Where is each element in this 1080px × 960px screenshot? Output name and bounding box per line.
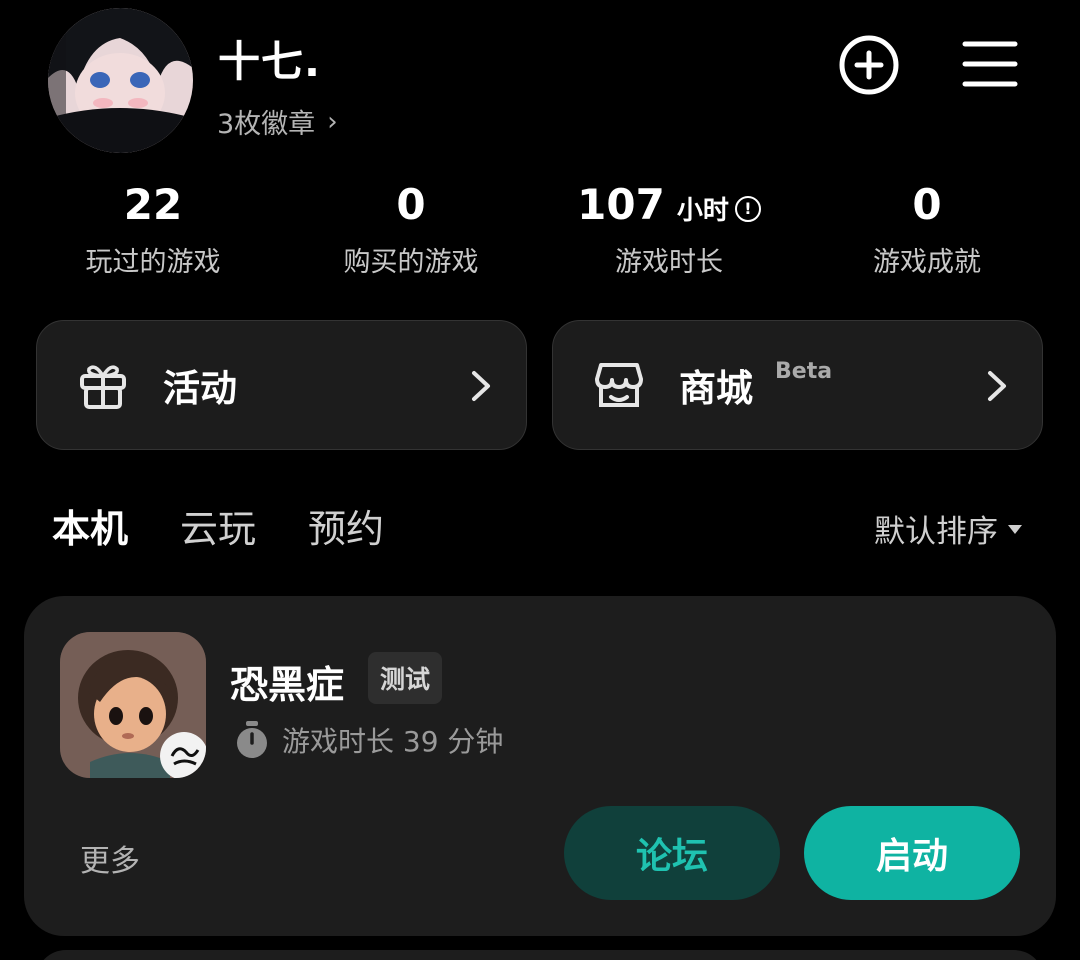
- launch-button[interactable]: 启动: [804, 806, 1020, 900]
- sort-label: 默认排序: [874, 514, 998, 550]
- gift-icon: [80, 365, 126, 409]
- chevron-right-icon: [472, 371, 490, 401]
- caret-down-icon: [1008, 525, 1022, 534]
- stat-label: 游戏时长: [615, 247, 723, 278]
- game-title: 恐黑症: [230, 663, 345, 707]
- stat-label: 购买的游戏: [343, 247, 479, 278]
- stat-purchased-games[interactable]: 0 购买的游戏: [282, 180, 540, 279]
- chevron-right-icon: [988, 371, 1006, 401]
- info-icon[interactable]: !: [734, 195, 761, 222]
- stats-row: 22 玩过的游戏 0 购买的游戏 107 小时 ! 游戏时长 0 游戏成就: [24, 180, 1056, 279]
- activity-card[interactable]: 活动: [36, 320, 527, 450]
- game-cover[interactable]: [60, 632, 206, 778]
- profile-page: 十七. 3枚徽章 › 22 玩过的游戏 0 购买的游戏 107 小时 ! 游戏时…: [0, 0, 1080, 960]
- stat-label: 游戏成就: [873, 247, 981, 278]
- chevron-right-icon: ›: [327, 106, 338, 137]
- tab-local[interactable]: 本机: [47, 498, 133, 553]
- badges-label: 3枚徽章: [217, 109, 316, 140]
- stat-value: 0: [912, 180, 942, 229]
- playtime-text: 游戏时长 39 分钟: [282, 725, 504, 758]
- stat-value: 107: [577, 180, 665, 229]
- avatar-image: [48, 8, 193, 153]
- stat-playtime[interactable]: 107 小时 ! 游戏时长: [540, 180, 798, 279]
- stat-played-games[interactable]: 22 玩过的游戏: [24, 180, 282, 279]
- forum-button[interactable]: 论坛: [564, 806, 780, 900]
- tab-reserved[interactable]: 预约: [308, 498, 384, 553]
- mall-label: 商城: [679, 367, 753, 410]
- game-card: 恐黑症 测试 游戏时长 39 分钟 更多 论坛 启动: [24, 596, 1056, 936]
- store-icon: [595, 363, 643, 407]
- library-tabs: 本机 云玩 预约: [47, 498, 384, 553]
- username: 十七.: [218, 37, 321, 86]
- stat-achievements[interactable]: 0 游戏成就: [798, 180, 1056, 279]
- game-cover-image: [60, 632, 206, 778]
- mall-card[interactable]: 商城 Beta: [552, 320, 1043, 450]
- stat-label: 玩过的游戏: [85, 247, 221, 278]
- stat-value: 0: [396, 180, 426, 229]
- menu-icon[interactable]: [960, 36, 1020, 92]
- tab-cloud[interactable]: 云玩: [180, 498, 256, 553]
- stopwatch-icon: [237, 721, 267, 758]
- stat-unit: 小时: [676, 196, 729, 226]
- beta-badge: Beta: [775, 359, 833, 384]
- avatar[interactable]: [48, 8, 193, 153]
- game-tag: 测试: [368, 652, 443, 704]
- badges-link[interactable]: 3枚徽章 ›: [217, 102, 338, 141]
- game-playtime: 游戏时长 39 分钟: [234, 720, 503, 760]
- stat-value: 22: [123, 180, 183, 229]
- sort-dropdown[interactable]: 默认排序: [874, 506, 1022, 551]
- more-link[interactable]: 更多: [80, 836, 140, 880]
- add-circle-icon[interactable]: [838, 34, 900, 96]
- next-game-card-peek: [36, 950, 1044, 960]
- activity-label: 活动: [163, 367, 237, 410]
